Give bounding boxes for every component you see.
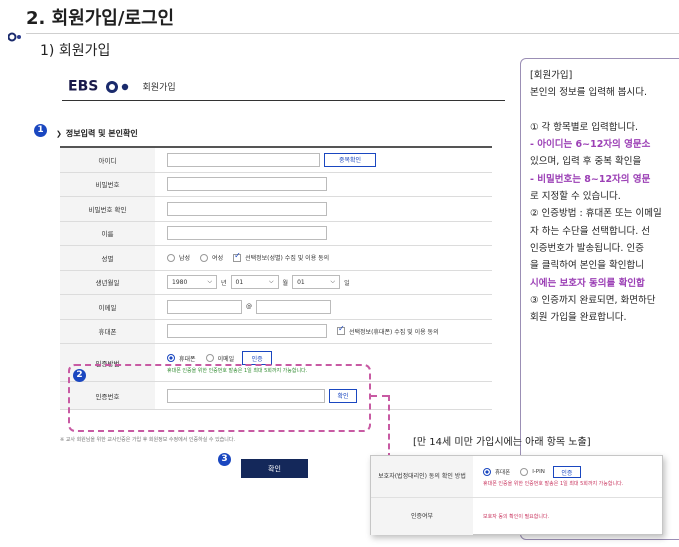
guide-line: 을 클릭하여 본인을 확인합니 [530, 260, 644, 272]
form-row-name: 이름 [60, 221, 492, 246]
confirm-button[interactable]: 확인 [241, 459, 308, 478]
guide-line: 회원 가입을 완료합니다. [530, 312, 627, 324]
birth-month-unit: 월 [282, 279, 289, 287]
phone-input[interactable] [167, 324, 327, 339]
auth-phone-radio[interactable] [167, 354, 175, 362]
gender-female-radio[interactable] [200, 253, 209, 262]
email-at-sign: @ [246, 303, 252, 311]
form-row-phone: 휴대폰 선택정보(휴대폰) 수집 및 이용 동의 [60, 319, 492, 344]
form-row-email: 이메일 @ [60, 295, 492, 320]
form-row-password-confirm: 비밀번호 확인 [60, 197, 492, 222]
guide-line: - 아이디는 6~12자의 영문소 [530, 139, 651, 151]
id-label: 아이디 [60, 148, 155, 172]
auth-status-value: 보호자 동의 확인이 필요합니다. [483, 514, 550, 520]
form-section-title: 정보입력 및 본인확인 [56, 128, 138, 139]
page-heading: 2. 회원가입/로그인 [26, 8, 175, 29]
callout-connector [388, 395, 390, 459]
auth-email-label: 이메일 [217, 355, 235, 363]
guardian-label: 보호자(법정대리인) 동의 확인 방법 [371, 456, 473, 497]
guardian-phone-label: 휴대폰 [495, 470, 511, 476]
chevron-down-icon: ⌵ [207, 278, 212, 286]
bullet-dots-icon [8, 32, 21, 42]
logo-divider [62, 100, 505, 101]
birth-year-unit: 년 [221, 279, 227, 287]
guide-text: [회원가입] 본인의 정보를 입력해 봅시다. ① 각 항목별로 입력합니다. -… [530, 67, 679, 326]
email-label: 이메일 [60, 295, 155, 319]
heading-divider [26, 33, 679, 34]
phone-consent-checkbox[interactable] [337, 324, 345, 336]
gender-label: 성별 [60, 246, 155, 270]
guide-line: ③ 인증까지 완료되면, 화면하단 [530, 294, 656, 306]
name-label: 이름 [60, 221, 155, 245]
guardian-ipin-radio[interactable] [520, 468, 529, 476]
gender-male-radio[interactable] [167, 253, 175, 262]
form-row-id: 아이디 중복확인 [60, 148, 492, 173]
password-input[interactable] [167, 177, 327, 192]
ebs-logo: EBS 회원가입 [68, 76, 176, 95]
auth-highlight-box [68, 364, 371, 432]
guide-line: ② 인증방법 : 휴대폰 또는 이메일 [530, 208, 662, 220]
password-confirm-label: 비밀번호 확인 [60, 197, 155, 221]
name-input[interactable] [167, 226, 327, 241]
guardian-row: 보호자(법정대리인) 동의 확인 방법 휴대폰 I-PIN 인증 휴대폰 인증을… [371, 456, 662, 498]
form-row-password: 비밀번호 [60, 172, 492, 197]
under14-form: 보호자(법정대리인) 동의 확인 방법 휴대폰 I-PIN 인증 휴대폰 인증을… [370, 455, 663, 535]
gender-female-label: 여성 [212, 255, 224, 263]
birth-day-select[interactable]: 01 ⌵ [292, 275, 341, 290]
birth-month-value: 01 [235, 278, 244, 286]
guardian-ipin-label: I-PIN [532, 469, 545, 475]
guardian-phone-radio[interactable] [483, 468, 491, 476]
guide-line: 인증번호가 발송됩니다. 인증 [530, 242, 644, 254]
gender-consent-checkbox[interactable] [233, 251, 242, 262]
phone-label: 휴대폰 [60, 319, 155, 343]
guardian-auth-button[interactable]: 인증 [552, 466, 581, 478]
form-row-gender: 성별 남성 여성 선택정보(성별) 수집 및 이용 동의 [60, 246, 492, 271]
birth-day-value: 01 [297, 278, 305, 286]
birth-year-select[interactable]: 1980 ⌵ [167, 275, 217, 290]
guide-line: 시에는 보호자 동의를 확인합 [530, 277, 645, 289]
gender-consent-label: 선택정보(성별) 수집 및 이용 동의 [245, 255, 330, 263]
id-check-button[interactable]: 중복확인 [324, 152, 376, 167]
form-row-birth: 생년월일 1980 ⌵ 년 01 ⌵ 월 01 ⌵ 일 [60, 270, 492, 295]
birth-year-value: 1980 [172, 278, 188, 286]
password-confirm-input[interactable] [167, 201, 327, 216]
guide-line: - 비밀번호는 8~12자의 영문 [530, 173, 651, 185]
auth-status-label: 인증여부 [371, 498, 473, 535]
step-badge-3: 3 [218, 453, 231, 466]
ebs-logo-icon [106, 80, 129, 93]
guide-line: 로 지정할 수 있습니다. [530, 191, 621, 203]
auth-status-row: 인증여부 보호자 동의 확인이 필요합니다. [371, 498, 662, 535]
gender-male-label: 남성 [179, 255, 191, 263]
auth-email-radio[interactable] [205, 354, 214, 362]
password-label: 비밀번호 [60, 172, 155, 196]
under14-title: [만 14세 미만 가입시에는 아래 항목 노출] [413, 437, 591, 448]
guide-line [530, 102, 679, 119]
guide-line: 본인의 정보를 입력해 봅시다. [530, 87, 647, 99]
birth-label: 생년월일 [60, 270, 155, 294]
step-badge-1: 1 [34, 124, 47, 137]
ebs-logo-text: EBS [68, 78, 99, 95]
teacher-auth-footnote: ※ 교사 회원님을 위한 교사인증은 가입 후 회원정보 수정에서 인증하실 수… [60, 437, 236, 443]
email-domain-input[interactable] [256, 299, 331, 314]
guide-line: 있으며, 입력 후 중복 확인을 [530, 156, 642, 168]
auth-button[interactable]: 인증 [242, 351, 273, 365]
section-subheading: 1) 회원가입 [40, 43, 111, 59]
chevron-down-icon: ⌵ [268, 278, 274, 286]
id-input[interactable] [167, 152, 320, 167]
email-id-input[interactable] [167, 299, 242, 314]
signup-title: 회원가입 [142, 83, 176, 93]
callout-connector [371, 395, 388, 397]
phone-consent-label: 선택정보(휴대폰) 수집 및 이용 동의 [349, 328, 439, 336]
step-badge-2: 2 [73, 369, 86, 382]
birth-day-unit: 일 [344, 279, 350, 287]
birth-month-select[interactable]: 01 ⌵ [230, 275, 279, 290]
guide-line: 자 하는 수단을 선택합니다. 선 [530, 225, 650, 237]
guide-line: [회원가입] [530, 70, 573, 81]
guide-line: ① 각 항목별로 입력합니다. [530, 121, 638, 133]
auth-phone-label: 휴대폰 [179, 355, 196, 363]
guardian-auth-note: 휴대폰 인증을 위한 인증번호 발송은 1일 최대 5회까지 가능합니다. [483, 481, 624, 487]
chevron-down-icon: ⌵ [330, 278, 336, 286]
